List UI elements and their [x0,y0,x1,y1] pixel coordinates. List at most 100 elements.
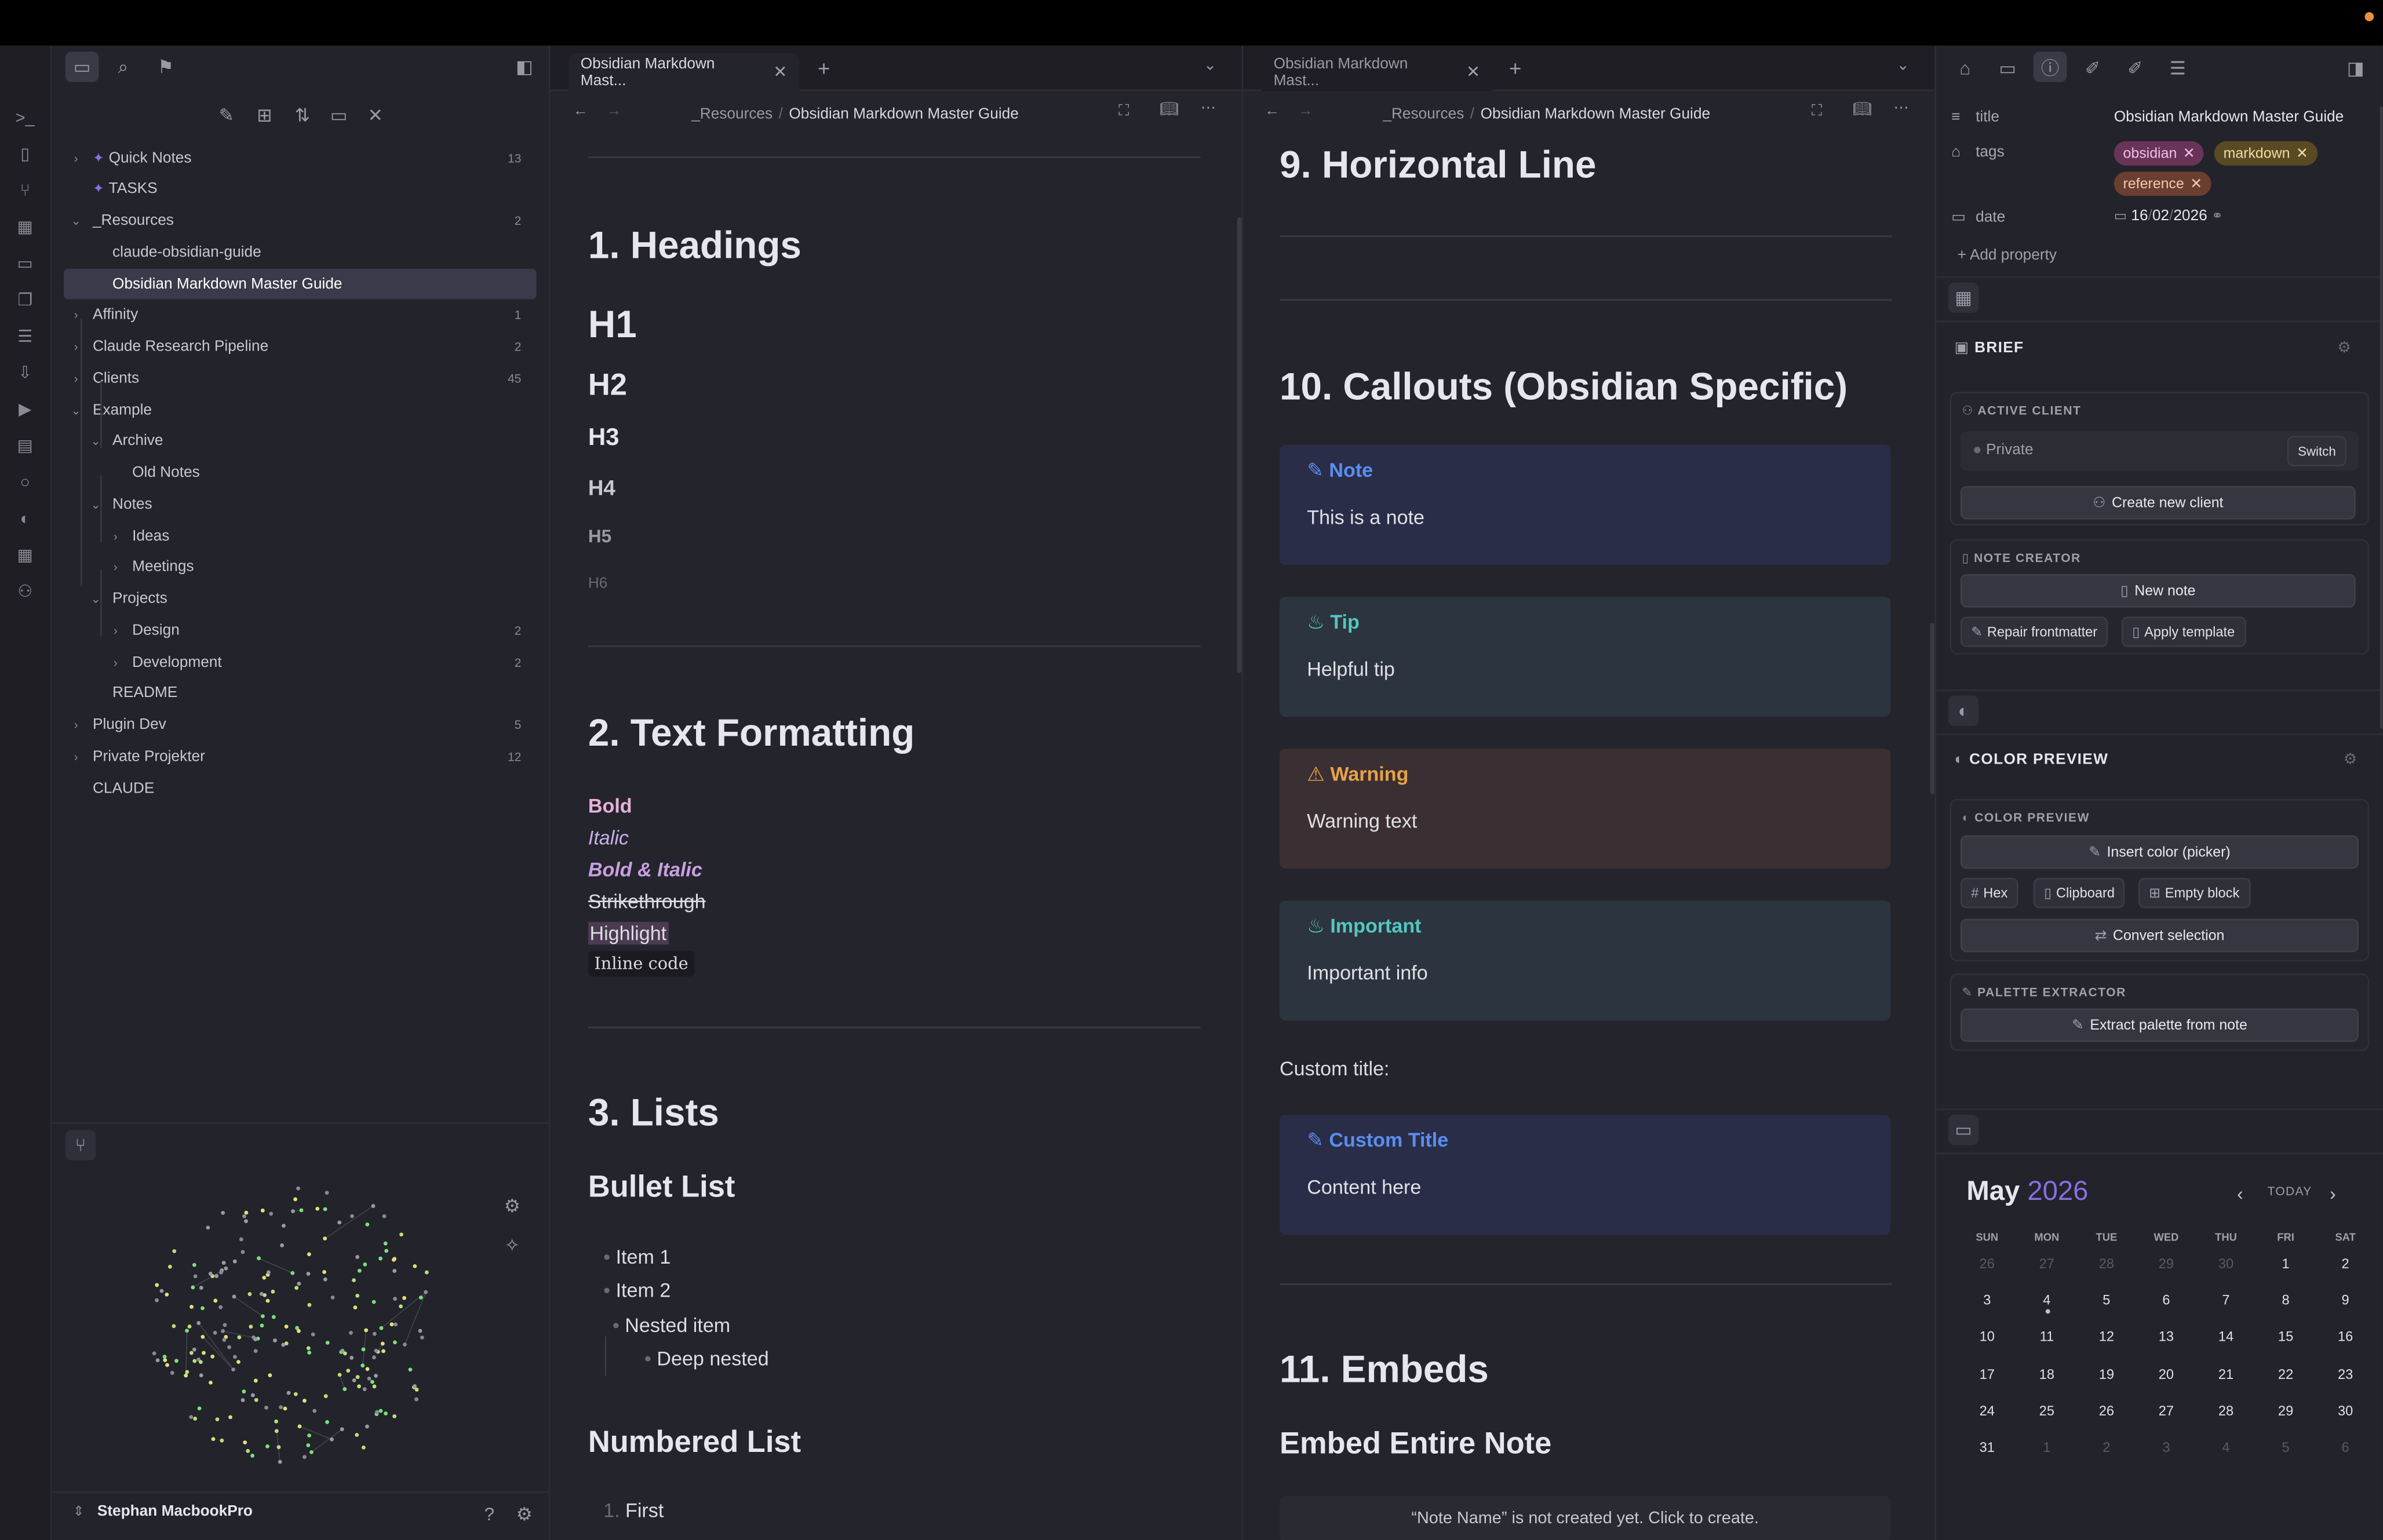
calendar-day[interactable]: 25 [2017,1403,2076,1418]
file-tree-item[interactable]: CLAUDE [64,773,537,803]
collapse-all-icon[interactable]: ✕ [360,100,391,130]
chevron-icon[interactable]: › [108,655,123,669]
brush-icon[interactable]: ✐ [2078,53,2108,83]
reading-view-icon[interactable]: 📖︎ [1853,102,1872,119]
file-tree-item[interactable]: › Design 2 [64,615,537,645]
info-icon[interactable]: ⓘ [2033,52,2067,82]
file-tree-item[interactable]: ✦ TASKS [64,174,537,205]
calendar-day[interactable]: 18 [2017,1366,2076,1381]
reading-view-icon[interactable]: 📖︎ [1160,102,1179,119]
more-options-icon[interactable]: ⋯ [1201,100,1216,117]
list-icon[interactable]: ☰ [14,325,37,348]
calendar-day[interactable]: 19 [2077,1366,2136,1381]
file-tree-item[interactable]: Old Notes [64,458,537,488]
blocks-icon[interactable]: ▦ [1948,282,1979,313]
chevron-icon[interactable]: › [68,718,83,732]
calendar-day[interactable]: 6 [2137,1293,2196,1308]
import-icon[interactable]: ⇩ [14,362,37,384]
embed-placeholder[interactable]: “Note Name” is not created yet. Click to… [1280,1495,1891,1540]
settings-icon[interactable]: ⚙ [497,1191,527,1221]
file-tree-item[interactable]: › Meetings [64,552,537,582]
file-icon[interactable]: ▯ [14,143,37,165]
file-tree-item[interactable]: ⌄ Archive [64,426,537,457]
chevron-icon[interactable]: › [68,750,83,764]
settings-icon[interactable]: ⚙ [509,1499,540,1529]
file-tree-item[interactable]: ⌄ Example [64,395,537,425]
file-tree-item[interactable]: › Affinity 1 [64,300,537,330]
calendar-day[interactable]: 20 [2137,1366,2196,1381]
extract-palette-button[interactable]: ✎ Extract palette from note [1960,1008,2359,1042]
calendar-day[interactable]: 31 [1958,1440,2017,1455]
date-value[interactable]: ▭ 16/02/2026 ⚭ [2114,208,2223,225]
callout-important[interactable]: ♨ Important Important info [1280,900,1891,1021]
close-icon[interactable]: ✕ [2190,176,2202,192]
calendar-day[interactable]: 3 [2137,1440,2196,1455]
palette-icon[interactable]: ◐ [14,508,37,530]
tag-pill[interactable]: markdown ✕ [2214,141,2318,166]
graph-view-icon[interactable]: ⑂ [65,1130,96,1161]
calendar-day[interactable]: 4 [2017,1293,2076,1308]
calendar-day[interactable]: 23 [2316,1366,2375,1381]
tab-inactive[interactable]: Obsidian Markdown Mast... ✕ [1261,53,1493,92]
clipboard-button[interactable]: ▯ Clipboard [2033,878,2126,908]
client-selector[interactable]: ● Private Switch [1960,431,2359,471]
help-icon[interactable]: ? [474,1499,504,1529]
search-icon[interactable]: ○ [14,471,37,494]
file-tree-item[interactable]: › Clients 45 [64,363,537,393]
chevron-down-icon[interactable]: ⌄ [1204,58,1216,75]
close-icon[interactable]: ✕ [1466,62,1480,82]
calendar-day[interactable]: 27 [2137,1403,2196,1418]
chevron-icon[interactable]: › [108,624,123,638]
calendar-day[interactable]: 10 [1958,1330,2017,1345]
calendar-icon[interactable]: ▭ [1948,1115,1979,1145]
convert-selection-button[interactable]: ⇄ Convert selection [1960,918,2359,953]
calendar-day[interactable]: 21 [2196,1366,2256,1381]
calendar-day[interactable]: 2 [2077,1440,2136,1455]
magic-wand-icon[interactable]: ✧ [497,1230,527,1260]
calendar-day[interactable]: 17 [1958,1366,2017,1381]
back-icon[interactable]: ← [1265,103,1280,120]
title-value[interactable]: Obsidian Markdown Master Guide [2114,110,2344,126]
close-icon[interactable]: ✕ [2183,145,2195,162]
copy-icon[interactable]: ❐ [14,289,37,311]
calendar-day[interactable]: 11 [2017,1330,2076,1345]
close-icon[interactable]: ✕ [773,62,787,82]
chevron-right-icon[interactable]: › [2330,1183,2335,1205]
chevron-icon[interactable]: › [68,151,83,165]
archive-icon[interactable]: ▭ [1992,53,2023,83]
calendar-day[interactable]: 27 [2017,1256,2076,1271]
calendar-day[interactable]: 1 [2017,1440,2076,1455]
calendar-day[interactable]: 9 [2316,1293,2375,1308]
crumb-folder[interactable]: _Resources [1383,106,1464,123]
local-graph[interactable] [143,1173,447,1476]
sort-icon[interactable]: ⇅ [287,100,318,130]
calendar-day[interactable]: 26 [2077,1403,2136,1418]
calendar-day[interactable]: 2 [2316,1256,2375,1271]
calendar-day[interactable]: 8 [2256,1293,2315,1308]
tag-pill[interactable]: reference ✕ [2114,171,2211,196]
file-tree-item[interactable]: › ✦ Quick Notes 13 [64,143,537,173]
more-options-icon[interactable]: ⋯ [1894,100,1909,117]
calendar-day[interactable]: 15 [2256,1330,2315,1345]
forward-icon[interactable]: → [1298,103,1313,120]
file-tree-item[interactable]: claude-obsidian-guide [64,238,537,268]
back-icon[interactable]: ← [573,103,588,120]
bookmark-icon[interactable]: ⚑ [151,52,181,82]
sidebar-toggle-icon[interactable]: ◨ [2340,53,2370,83]
tag-icon[interactable]: ⌂ [1950,53,1980,83]
calendar-day[interactable]: 16 [2316,1330,2375,1345]
chevron-left-icon[interactable]: ‹ [2237,1183,2243,1205]
document-icon[interactable]: ▤ [14,435,37,457]
close-icon[interactable]: ✕ [2296,145,2308,162]
color-icon[interactable]: ✐ [2120,53,2150,83]
file-tree-item[interactable]: › Private Projekter 12 [64,742,537,772]
create-client-button[interactable]: ⚇ Create new client [1960,486,2356,520]
switch-button[interactable]: Switch [2287,436,2347,466]
file-tree-item[interactable]: README [64,678,537,709]
calendar-day[interactable]: 29 [2256,1403,2315,1418]
graph-icon[interactable]: ⑂ [14,179,37,202]
new-folder-icon[interactable]: ⊞ [249,100,279,130]
terminal-icon[interactable]: >_ [14,106,37,129]
calendar-day[interactable]: 5 [2256,1440,2315,1455]
new-tab-icon[interactable]: + [818,56,830,81]
